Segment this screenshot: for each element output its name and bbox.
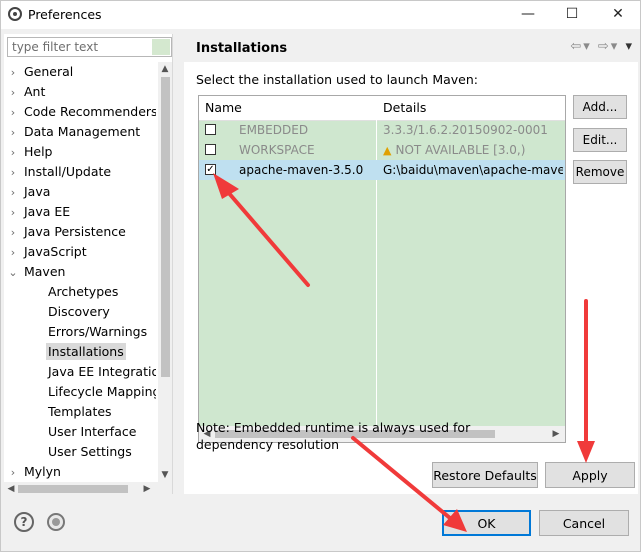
installation-name: apache-maven-3.5.0 — [239, 163, 364, 177]
tree-item-java-persistence[interactable]: › Java Persistence — [6, 222, 126, 242]
page-header: Installations ⇦▾ ⇨▾ ▾ — [184, 34, 638, 62]
installation-details-cell: ▲ NOT AVAILABLE [3.0,) — [383, 140, 563, 161]
expand-arrow-icon[interactable]: › — [6, 223, 20, 243]
edit-button[interactable]: Edit... — [573, 128, 627, 152]
tree-item-user-interface[interactable]: User Interface — [48, 422, 136, 442]
tree-horizontal-scrollbar[interactable]: ◀ ▶ — [4, 482, 172, 496]
window-title: Preferences — [28, 7, 102, 22]
row-checkbox-checked[interactable]: ✓ — [205, 164, 216, 175]
table-row-selected[interactable]: ✓ apache-maven-3.5.0 G:\baidu\maven\apac… — [199, 160, 565, 180]
column-header-name[interactable]: Name — [205, 100, 242, 115]
import-export-icon[interactable] — [47, 513, 65, 531]
preferences-window: Preferences — ☐ ✕ › General › Ant › Code… — [0, 0, 641, 552]
expand-arrow-icon[interactable]: › — [6, 163, 20, 183]
installations-table: Name Details EMBEDDED 3.3.3/1.6.2.201509… — [198, 95, 566, 443]
warning-icon: ▲ — [383, 144, 392, 157]
scroll-right-icon[interactable]: ▶ — [140, 482, 154, 496]
scrollbar-thumb[interactable] — [18, 485, 128, 493]
tree-item-help[interactable]: › Help — [6, 142, 53, 163]
tree-item-general[interactable]: › General — [6, 62, 73, 82]
tree-item-installations[interactable]: Installations — [46, 342, 126, 362]
tree-item-user-settings[interactable]: User Settings — [48, 442, 132, 462]
expand-arrow-icon[interactable]: › — [6, 463, 20, 482]
help-icon[interactable]: ? — [14, 512, 34, 532]
installation-details: 3.3.3/1.6.2.20150902-0001 — [383, 123, 548, 137]
installation-name: EMBEDDED — [239, 123, 309, 137]
eclipse-icon — [8, 7, 22, 21]
clear-filter-icon[interactable] — [152, 39, 170, 55]
expand-arrow-icon[interactable]: › — [6, 83, 20, 103]
minimize-button[interactable]: — — [506, 1, 550, 29]
row-checkbox[interactable] — [205, 144, 216, 155]
expand-arrow-icon[interactable]: › — [6, 63, 20, 83]
installation-details: NOT AVAILABLE [3.0,) — [395, 143, 526, 157]
forward-menu-icon[interactable]: ▾ — [611, 39, 620, 54]
add-button[interactable]: Add... — [573, 95, 627, 119]
table-row[interactable]: EMBEDDED 3.3.3/1.6.2.20150902-0001 — [199, 120, 565, 140]
view-menu-icon[interactable]: ▾ — [625, 39, 634, 54]
forward-arrow-icon[interactable]: ⇨ — [598, 39, 611, 54]
restore-defaults-button[interactable]: Restore Defaults — [432, 462, 538, 488]
column-header-details[interactable]: Details — [383, 100, 426, 115]
tree-item-java-ee-integration[interactable]: Java EE Integration — [48, 362, 156, 382]
expand-arrow-icon[interactable]: › — [6, 123, 20, 143]
expand-arrow-icon[interactable]: › — [6, 143, 20, 163]
scroll-right-icon[interactable]: ▶ — [549, 427, 563, 441]
back-menu-icon[interactable]: ▾ — [583, 39, 592, 54]
scroll-up-icon[interactable]: ▲ — [158, 62, 172, 76]
remove-button[interactable]: Remove — [573, 160, 627, 184]
expand-arrow-icon[interactable]: › — [6, 103, 20, 123]
expand-arrow-icon[interactable]: › — [6, 203, 20, 223]
tree-item-maven[interactable]: ⌄ Maven — [6, 262, 65, 282]
maximize-button[interactable]: ☐ — [550, 1, 594, 29]
tree-item-mylyn[interactable]: › Mylyn — [6, 462, 61, 482]
scrollbar-thumb[interactable] — [161, 77, 170, 377]
tree-item-lifecycle-mapping[interactable]: Lifecycle Mapping — [48, 382, 156, 402]
back-arrow-icon[interactable]: ⇦ — [570, 39, 583, 54]
preference-tree-panel: › General › Ant › Code Recommenders › Da… — [4, 34, 173, 496]
tree-item-install-update[interactable]: › Install/Update — [6, 162, 111, 182]
close-button[interactable]: ✕ — [596, 1, 640, 29]
page-title: Installations — [196, 41, 288, 56]
tree-item-java-ee[interactable]: › Java EE — [6, 202, 70, 222]
filter-input[interactable] — [7, 37, 172, 57]
installation-name: WORKSPACE — [239, 143, 315, 157]
table-header: Name Details — [199, 96, 565, 121]
installation-details: G:\baidu\maven\apache-maven — [383, 163, 563, 177]
embedded-runtime-note: Note: Embedded runtime is always used fo… — [196, 420, 471, 452]
tree-item-errors-warnings[interactable]: Errors/Warnings — [48, 322, 147, 342]
tree-item-archetypes[interactable]: Archetypes — [48, 282, 118, 302]
table-row[interactable]: WORKSPACE ▲ NOT AVAILABLE [3.0,) — [199, 140, 565, 160]
tree-item-discovery[interactable]: Discovery — [48, 302, 110, 322]
page-navigation: ⇦▾ ⇨▾ ▾ — [570, 39, 634, 54]
cancel-button[interactable]: Cancel — [539, 510, 629, 536]
tree-vertical-scrollbar[interactable]: ▲ ▼ — [158, 62, 172, 482]
tree-item-ant[interactable]: › Ant — [6, 82, 46, 103]
preference-tree: › General › Ant › Code Recommenders › Da… — [4, 62, 156, 482]
instructions-label: Select the installation used to launch M… — [196, 72, 478, 87]
tree-item-code-recommenders[interactable]: › Code Recommenders — [6, 102, 156, 122]
collapse-arrow-icon[interactable]: ⌄ — [6, 263, 20, 283]
tree-item-javascript[interactable]: › JavaScript — [6, 242, 87, 262]
tree-item-java[interactable]: › Java — [6, 182, 51, 203]
apply-button[interactable]: Apply — [545, 462, 635, 488]
scroll-left-icon[interactable]: ◀ — [4, 482, 18, 496]
tree-item-data-management[interactable]: › Data Management — [6, 122, 140, 142]
row-checkbox[interactable] — [205, 124, 216, 135]
expand-arrow-icon[interactable]: › — [6, 243, 20, 263]
ok-button[interactable]: OK — [442, 510, 531, 536]
title-bar: Preferences — ☐ ✕ — [1, 1, 640, 29]
scroll-down-icon[interactable]: ▼ — [158, 468, 172, 482]
installations-page: Installations ⇦▾ ⇨▾ ▾ Select the install… — [184, 34, 638, 494]
tree-item-templates[interactable]: Templates — [48, 402, 112, 422]
expand-arrow-icon[interactable]: › — [6, 183, 20, 203]
